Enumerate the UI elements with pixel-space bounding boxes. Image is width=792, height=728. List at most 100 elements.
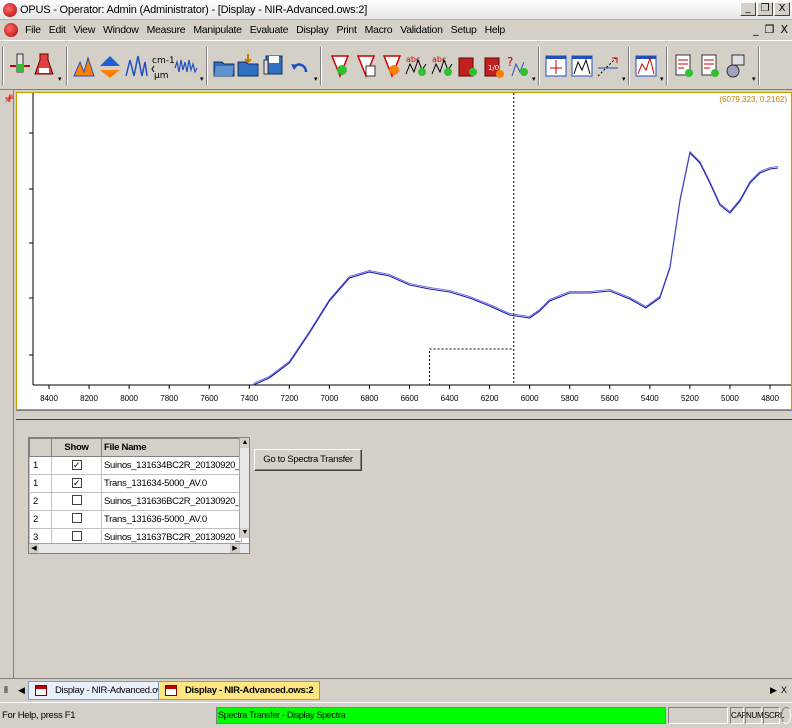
tab-display-2[interactable]: Display - NIR-Advanced.ows:2: [158, 681, 321, 700]
panel-splitter[interactable]: [16, 410, 792, 420]
report-icon[interactable]: [672, 52, 696, 80]
quant-analysis-icon[interactable]: [328, 52, 352, 80]
close-button[interactable]: X: [774, 2, 790, 16]
tab-scroll-left[interactable]: ◀: [18, 685, 25, 696]
menu-manipulate[interactable]: Manipulate: [189, 24, 245, 36]
load-file-icon[interactable]: [236, 52, 260, 80]
show-checkbox[interactable]: ✓: [71, 478, 82, 488]
measure-sample-icon[interactable]: [8, 52, 32, 80]
ident-analysis-icon[interactable]: abc: [404, 52, 428, 80]
show-checkbox-cell[interactable]: ✓: [51, 474, 102, 493]
settings-icon[interactable]: [724, 52, 748, 80]
size-grip[interactable]: [781, 707, 791, 724]
mdi-close-button[interactable]: X: [780, 23, 788, 36]
baseline-correction-icon[interactable]: [72, 52, 96, 80]
spectrum-display[interactable]: (6079.323, 0.2162) 8400 8200 8000 7800 7600 7…: [16, 92, 792, 410]
opus-app-icon: [3, 2, 17, 17]
menu-file[interactable]: File: [21, 24, 45, 36]
restore-button[interactable]: ❐: [757, 2, 773, 16]
file-name-cell[interactable]: Suinos_131636BC2R_20130920_180944: [101, 492, 242, 511]
document-menu-icon[interactable]: [4, 23, 18, 37]
normalization-icon[interactable]: [98, 52, 122, 80]
document-tab-bar: ⦀ ◀ Display - NIR-Advanced.ows:1 Display…: [0, 678, 792, 702]
menu-window[interactable]: Window: [99, 24, 143, 36]
menu-validation[interactable]: Validation: [396, 24, 446, 36]
quant-report-icon[interactable]: [354, 52, 378, 80]
spectrum-search-icon[interactable]: [456, 52, 480, 80]
undo-icon[interactable]: [288, 52, 312, 80]
x-tick-label: 7200: [280, 394, 298, 403]
menu-setup[interactable]: Setup: [447, 24, 481, 36]
menu-help[interactable]: Help: [481, 24, 509, 36]
table-row[interactable]: 1 ✓ Trans_131634-5000_AV.0: [29, 474, 242, 493]
ident-report-icon[interactable]: abc: [430, 52, 454, 80]
show-checkbox-cell[interactable]: [51, 492, 102, 511]
table-horizontal-scrollbar[interactable]: ◀ ▶: [29, 543, 249, 553]
pin-icon[interactable]: 📌: [3, 94, 14, 105]
show-checkbox[interactable]: [71, 495, 82, 505]
menu-edit[interactable]: Edit: [45, 24, 70, 36]
table-vertical-scrollbar[interactable]: ▲ ▼: [239, 438, 249, 538]
toolbar-grip[interactable]: [2, 47, 4, 85]
tab-scroll-right[interactable]: ▶: [770, 685, 777, 696]
spectra-table: Show File Name 1 ✓ Suinos_131634BC2R_20130…: [28, 437, 250, 554]
menu-display[interactable]: Display: [292, 24, 332, 36]
table-row[interactable]: 2 Trans_131636-5000_AV.0: [29, 510, 242, 529]
save-file-icon[interactable]: [262, 52, 286, 80]
display-overlay-icon[interactable]: [544, 52, 568, 80]
table-row[interactable]: 1 ✓ Suinos_131634BC2R_20130920_175453: [29, 456, 242, 475]
report-print-icon[interactable]: [698, 52, 722, 80]
file-name-column-header[interactable]: File Name: [101, 438, 242, 457]
scroll-right-arrow[interactable]: ▶: [230, 544, 240, 553]
toolbar-dropdown-1[interactable]: ▾: [58, 76, 64, 83]
file-name-cell[interactable]: Trans_131634-5000_AV.0: [101, 474, 242, 493]
measure-background-icon[interactable]: [32, 52, 56, 80]
show-checkbox[interactable]: [71, 531, 82, 541]
conformity-test-icon[interactable]: ?: [506, 52, 530, 80]
menu-bar: File Edit View Window Measure Manipulate…: [0, 20, 792, 40]
spectrum-trace-1[interactable]: [253, 151, 779, 386]
show-checkbox[interactable]: [71, 513, 82, 523]
minimize-button[interactable]: _: [740, 2, 756, 16]
tab-label: Display - NIR-Advanced.ows:2: [185, 685, 314, 696]
library-search-icon[interactable]: 1/0: [482, 52, 506, 80]
show-column-header[interactable]: Show: [51, 438, 102, 457]
file-name-cell[interactable]: Trans_131636-5000_AV.0: [101, 510, 242, 529]
mdi-minimize-button[interactable]: _: [753, 23, 759, 36]
scroll-up-arrow[interactable]: ▲: [240, 438, 249, 448]
x-tick-label: 7600: [200, 394, 218, 403]
menu-print[interactable]: Print: [333, 24, 361, 36]
table-row[interactable]: 2 Suinos_131636BC2R_20130920_180944: [29, 492, 242, 511]
row-index: 2: [29, 492, 52, 511]
open-file-icon[interactable]: [212, 52, 236, 80]
browser-dock-strip: 📌: [0, 90, 14, 678]
menu-view[interactable]: View: [70, 24, 99, 36]
display-stacked-icon[interactable]: [570, 52, 594, 80]
scroll-left-arrow[interactable]: ◀: [29, 544, 39, 553]
show-checkbox-cell[interactable]: ✓: [51, 456, 102, 475]
spectrum-trace-2[interactable]: [253, 150, 779, 384]
go-to-spectra-transfer-button[interactable]: Go to Spectra Transfer: [254, 449, 362, 471]
display-window-icon[interactable]: [634, 52, 658, 80]
toolbar-separator: [66, 47, 68, 85]
display-crosshair-icon[interactable]: [596, 52, 620, 80]
quant-validate-icon[interactable]: [380, 52, 404, 80]
svg-text:1/0: 1/0: [488, 64, 499, 72]
menu-evaluate[interactable]: Evaluate: [246, 24, 292, 36]
smoothing-icon[interactable]: [174, 52, 198, 80]
show-checkbox-cell[interactable]: [51, 510, 102, 529]
menu-measure[interactable]: Measure: [143, 24, 190, 36]
unit-conversion-icon[interactable]: cm-1 μm: [150, 52, 174, 80]
scroll-down-arrow[interactable]: ▼: [240, 528, 249, 538]
mdi-restore-button[interactable]: ❐: [765, 23, 775, 36]
tab-grip[interactable]: ⦀: [4, 685, 8, 696]
menu-macro[interactable]: Macro: [361, 24, 397, 36]
x-tick-label: 6200: [481, 394, 499, 403]
file-name-cell[interactable]: Suinos_131634BC2R_20130920_175453: [101, 456, 242, 475]
help-status-text: For Help, press F1: [2, 710, 76, 721]
peak-picking-icon[interactable]: [124, 52, 148, 80]
x-tick-label: 8200: [80, 394, 98, 403]
show-checkbox[interactable]: ✓: [71, 460, 82, 470]
tab-close-button[interactable]: X: [781, 685, 787, 695]
spectrum-plot[interactable]: 8400 8200 8000 7800 7600 7400 7200 7000 6800 6600…: [17, 93, 791, 409]
